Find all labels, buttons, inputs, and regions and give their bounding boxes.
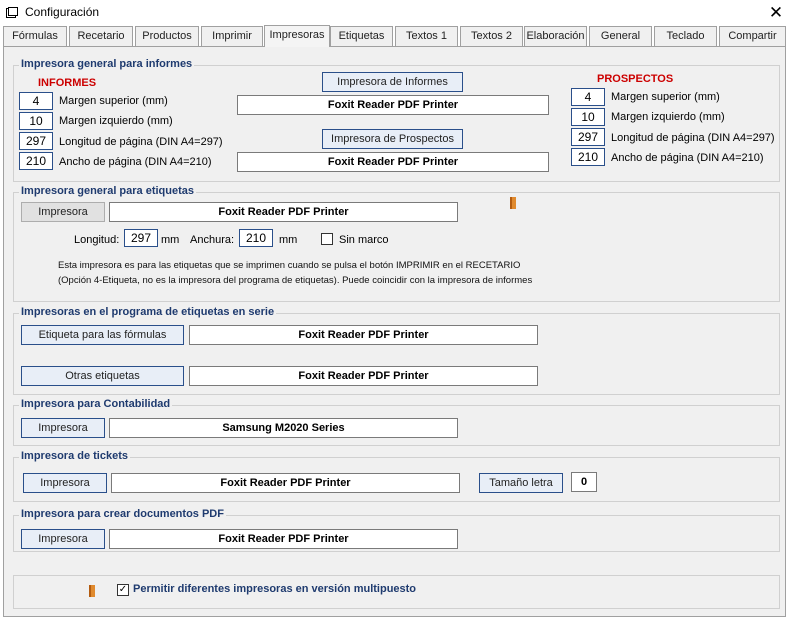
tamano-letra-value: 0 <box>571 472 597 492</box>
tickets-group-title: Impresora de tickets <box>19 450 130 462</box>
informes-ancho-label: Ancho de página (DIN A4=210) <box>59 156 212 168</box>
longitud-label: Longitud: <box>74 234 120 246</box>
tab-imprimir[interactable]: Imprimir <box>201 26 263 46</box>
tab-impresoras[interactable]: Impresoras <box>264 25 330 47</box>
sin-marco-label: Sin marco <box>339 234 389 246</box>
sin-marco-checkbox[interactable] <box>321 233 333 245</box>
informes-group-title: Impresora general para informes <box>19 58 195 70</box>
formulas-printer-field: Foxit Reader PDF Printer <box>189 325 538 345</box>
tab-productos[interactable]: Productos <box>135 26 199 46</box>
prospectos-longitud-input[interactable]: 297 <box>571 128 605 146</box>
prospectos-label: PROSPECTOS <box>597 73 674 85</box>
etiqueta-formulas-button[interactable]: Etiqueta para las fórmulas <box>21 325 184 345</box>
pdf-printer-field: Foxit Reader PDF Printer <box>109 529 458 549</box>
contabilidad-printer-field: Samsung M2020 Series <box>109 418 458 438</box>
tab-recetario[interactable]: Recetario <box>69 26 133 46</box>
scroll-marker-icon <box>510 197 516 209</box>
contabilidad-group-title: Impresora para Contabilidad <box>19 398 173 410</box>
prospectos-ancho-label: Ancho de página (DIN A4=210) <box>611 152 764 164</box>
tab-compartir[interactable]: Compartir <box>719 26 786 46</box>
prospectos-margen-izquierdo-input[interactable]: 10 <box>571 108 605 126</box>
impresora-informes-button[interactable]: Impresora de Informes <box>322 72 463 92</box>
title-bar <box>0 0 791 26</box>
otras-etiquetas-button[interactable]: Otras etiquetas <box>21 366 184 386</box>
tickets-printer-field: Foxit Reader PDF Printer <box>111 473 460 493</box>
informes-label: INFORMES <box>38 77 97 89</box>
serie-group-title: Impresoras en el programa de etiquetas e… <box>19 306 277 318</box>
etiquetas-longitud-input[interactable]: 297 <box>124 229 158 247</box>
etiquetas-note-line-2: (Opción 4-Etiqueta, no es la impresora d… <box>58 275 533 286</box>
close-icon[interactable]: ✕ <box>762 0 790 26</box>
longitud-unit: mm <box>161 234 180 246</box>
prospectos-margen-superior-input[interactable]: 4 <box>571 88 605 106</box>
tab-formulas[interactable]: Fórmulas <box>3 26 67 46</box>
etiquetas-printer-field: Foxit Reader PDF Printer <box>109 202 458 222</box>
tab-general[interactable]: General <box>589 26 652 46</box>
anchura-label: Anchura: <box>190 234 235 246</box>
window-title: Configuración <box>25 5 100 19</box>
app-icon <box>6 7 18 18</box>
multipuesto-label: Permitir diferentes impresoras en versió… <box>133 583 417 595</box>
informes-longitud-input[interactable]: 297 <box>19 132 53 150</box>
tickets-impresora-button[interactable]: Impresora <box>23 473 107 493</box>
etiquetas-impresora-button[interactable]: Impresora <box>21 202 105 222</box>
tab-teclado[interactable]: Teclado <box>654 26 717 46</box>
impresora-prospectos-button[interactable]: Impresora de Prospectos <box>322 129 463 149</box>
anchura-unit: mm <box>279 234 298 246</box>
pdf-impresora-button[interactable]: Impresora <box>21 529 105 549</box>
etiquetas-anchura-input[interactable]: 210 <box>239 229 273 247</box>
prospectos-printer-field: Foxit Reader PDF Printer <box>237 152 549 172</box>
informes-longitud-label: Longitud de página (DIN A4=297) <box>59 136 223 148</box>
multipuesto-checkbox[interactable]: ✓ <box>117 584 129 596</box>
etiquetas-group-title: Impresora general para etiquetas <box>19 185 197 197</box>
prospectos-longitud-label: Longitud de página (DIN A4=297) <box>611 132 775 144</box>
tamano-letra-button[interactable]: Tamaño letra <box>479 473 563 493</box>
informes-margen-superior-label: Margen superior (mm) <box>59 95 168 107</box>
informes-ancho-input[interactable]: 210 <box>19 152 53 170</box>
prospectos-margen-superior-label: Margen superior (mm) <box>611 91 720 103</box>
informes-margen-izquierdo-input[interactable]: 10 <box>19 112 53 130</box>
contabilidad-impresora-button[interactable]: Impresora <box>21 418 105 438</box>
informes-printer-field: Foxit Reader PDF Printer <box>237 95 549 115</box>
prospectos-ancho-input[interactable]: 210 <box>571 148 605 166</box>
informes-margen-izquierdo-label: Margen izquierdo (mm) <box>59 115 173 127</box>
tab-textos-1[interactable]: Textos 1 <box>395 26 458 46</box>
tab-textos-2[interactable]: Textos 2 <box>460 26 523 46</box>
tab-elaboracion[interactable]: Elaboración <box>524 26 587 46</box>
informes-margen-superior-input[interactable]: 4 <box>19 92 53 110</box>
etiquetas-note-line-1: Esta impresora es para las etiquetas que… <box>58 260 521 271</box>
prospectos-margen-izquierdo-label: Margen izquierdo (mm) <box>611 111 725 123</box>
tab-etiquetas[interactable]: Etiquetas <box>330 26 393 46</box>
multipuesto-marker-icon <box>89 585 95 597</box>
pdf-group-title: Impresora para crear documentos PDF <box>19 508 226 520</box>
otras-printer-field: Foxit Reader PDF Printer <box>189 366 538 386</box>
